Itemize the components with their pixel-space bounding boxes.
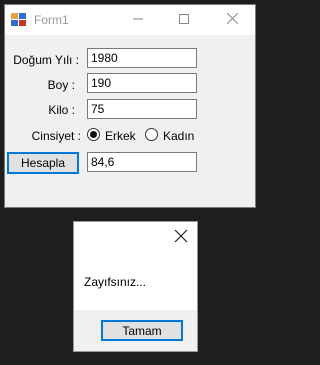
birth-year-label: Doğum Yılı : — [13, 53, 79, 67]
message-dialog: Zayıfsınız... Tamam — [73, 221, 198, 352]
dialog-close-button[interactable] — [174, 229, 188, 243]
form1-window: Form1 Doğum Yılı : 1980 Boy : 190 Kilo :… — [4, 4, 256, 208]
title-bar[interactable]: Form1 — [5, 5, 255, 35]
app-icon — [11, 13, 27, 27]
gender-option-kadin-label: Kadın — [163, 129, 195, 143]
minimize-button[interactable] — [115, 5, 161, 35]
minimize-icon — [133, 13, 143, 27]
dialog-message: Zayıfsınız... — [84, 275, 147, 289]
window-title: Form1 — [34, 13, 69, 27]
calculate-button[interactable]: Hesapla — [7, 152, 79, 174]
weight-input[interactable]: 75 — [87, 99, 197, 119]
dialog-footer: Tamam — [74, 310, 197, 351]
gender-radio-erkek[interactable] — [87, 128, 100, 141]
gender-label: Cinsiyet : — [31, 129, 81, 143]
maximize-icon — [179, 13, 189, 27]
height-label: Boy : — [47, 78, 75, 92]
result-input[interactable]: 84,6 — [87, 152, 197, 172]
birth-year-input[interactable]: 1980 — [87, 48, 197, 68]
height-input[interactable]: 190 — [87, 73, 197, 93]
ok-button[interactable]: Tamam — [101, 320, 183, 341]
maximize-button[interactable] — [161, 5, 207, 35]
gender-radio-kadin[interactable] — [145, 128, 158, 141]
weight-label: Kilo : — [48, 103, 75, 117]
close-button[interactable] — [209, 5, 255, 35]
gender-option-erkek-label: Erkek — [105, 129, 136, 143]
close-icon — [174, 229, 188, 243]
close-icon — [226, 12, 238, 27]
